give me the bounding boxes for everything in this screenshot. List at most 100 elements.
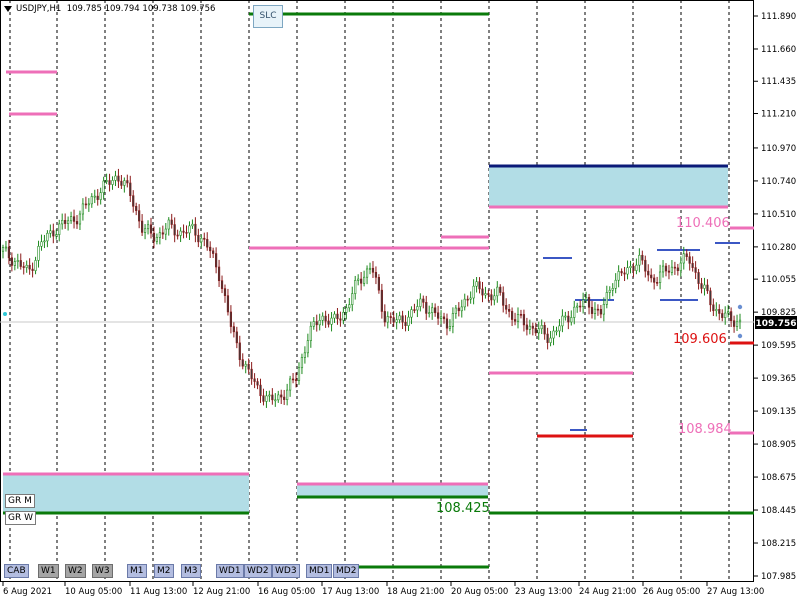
candle-body xyxy=(25,264,28,268)
dropdown-triangle-icon[interactable] xyxy=(4,5,12,12)
candle-body xyxy=(357,278,360,281)
cab-button[interactable]: CAB xyxy=(4,564,29,578)
candle-body xyxy=(487,293,490,295)
candle-body xyxy=(377,277,380,291)
wd1-button[interactable]: WD1 xyxy=(216,564,244,578)
candle-body xyxy=(567,315,570,323)
candle-body xyxy=(469,297,472,300)
candle-body xyxy=(682,253,685,264)
x-tick-label: 16 Aug 05:00 xyxy=(258,587,315,597)
time-axis: 6 Aug 2021 10 Aug 05:00 11 Aug 13:00 12 Aug… xyxy=(2,582,764,597)
m2-button[interactable]: M2 xyxy=(154,564,174,578)
candle-body xyxy=(117,175,120,182)
y-tick-label: 111.435 xyxy=(761,77,796,87)
candle-body xyxy=(182,230,185,233)
candle-body xyxy=(149,224,153,234)
candle-body xyxy=(593,308,597,314)
candle-body xyxy=(670,266,674,273)
candle-body xyxy=(617,271,620,281)
slc-button[interactable]: SLC xyxy=(253,5,283,28)
x-tick-label: 24 Aug 21:00 xyxy=(579,587,636,597)
candle-body xyxy=(250,368,253,380)
candle-body xyxy=(706,284,709,292)
candle-body xyxy=(238,342,241,360)
candle-body xyxy=(244,363,247,367)
candle-body xyxy=(641,254,644,261)
x-tick-label: 18 Aug 21:00 xyxy=(387,587,444,597)
candle-body xyxy=(697,272,700,284)
candle-body xyxy=(709,290,712,306)
candle-body xyxy=(386,316,389,323)
candle-body xyxy=(434,307,437,314)
candle-body xyxy=(176,234,179,237)
candle-body xyxy=(389,316,392,318)
x-tick-label: 23 Aug 13:00 xyxy=(515,587,572,597)
candle-body xyxy=(419,298,422,307)
wd2-button[interactable]: WD2 xyxy=(244,564,272,578)
candle-body xyxy=(436,312,440,319)
candle-body xyxy=(730,311,733,322)
w1-button[interactable]: W1 xyxy=(38,564,59,578)
candle-body xyxy=(309,325,312,341)
candle-body xyxy=(99,192,102,200)
candle-body xyxy=(579,305,582,308)
md1-button[interactable]: MD1 xyxy=(306,564,333,578)
candle-body xyxy=(445,318,449,329)
candle-body xyxy=(155,237,159,242)
md2-button[interactable]: MD2 xyxy=(333,564,360,578)
candle-body xyxy=(463,298,466,308)
candle-body xyxy=(256,381,259,386)
candle-body xyxy=(37,245,40,261)
price-chart[interactable]: 111.890 111.660 111.435 111.210 110.970 110.7… xyxy=(0,0,800,600)
wd3-button[interactable]: WD3 xyxy=(272,564,300,578)
candle-body xyxy=(664,265,668,272)
m1-button[interactable]: M1 xyxy=(127,564,147,578)
candle-body xyxy=(605,292,608,305)
candle-body xyxy=(413,309,416,311)
candle-body xyxy=(590,306,594,314)
candle-body xyxy=(43,240,46,243)
candle-body xyxy=(442,316,446,320)
candle-body xyxy=(371,267,375,273)
candle-body xyxy=(300,357,304,369)
candle-body xyxy=(519,314,523,316)
small-zone[interactable] xyxy=(297,484,488,497)
candle-body xyxy=(78,213,82,225)
m3-button[interactable]: M3 xyxy=(181,564,201,578)
candle-body xyxy=(368,267,372,270)
candle-body xyxy=(185,232,188,234)
candle-body xyxy=(10,257,13,266)
candle-body xyxy=(229,311,233,327)
candle-body xyxy=(173,224,176,236)
candle-body xyxy=(120,180,123,186)
candle-body xyxy=(64,220,67,224)
candle-body xyxy=(235,331,238,344)
candle-body xyxy=(114,175,117,181)
candle-body xyxy=(365,268,369,278)
candle-body xyxy=(90,196,93,205)
w3-button[interactable]: W3 xyxy=(92,564,113,578)
x-tick-label: 26 Aug 05:00 xyxy=(643,587,700,597)
candle-body xyxy=(220,280,224,289)
gr-w-button[interactable]: GR W xyxy=(5,511,36,525)
candle-body xyxy=(638,254,641,266)
weekly-zone[interactable] xyxy=(3,474,249,513)
candle-body xyxy=(596,308,600,311)
w2-button[interactable]: W2 xyxy=(65,564,86,578)
resistance-zone[interactable] xyxy=(489,166,728,207)
candle-body xyxy=(170,219,173,225)
candle-body xyxy=(158,232,161,238)
signal-dot xyxy=(737,333,743,339)
gr-m-button[interactable]: GR M xyxy=(5,494,35,508)
y-tick-label: 108.445 xyxy=(761,506,796,516)
candle-body xyxy=(52,230,55,237)
candle-body xyxy=(555,330,558,333)
y-tick-label: 111.890 xyxy=(761,12,796,22)
y-tick-label: 107.985 xyxy=(761,572,796,582)
candle-body xyxy=(454,307,457,314)
candle-body xyxy=(484,293,487,296)
candle-body xyxy=(200,237,203,243)
y-tick-label: 109.135 xyxy=(761,407,796,417)
candle-body xyxy=(543,325,546,335)
candle-body xyxy=(721,313,724,318)
